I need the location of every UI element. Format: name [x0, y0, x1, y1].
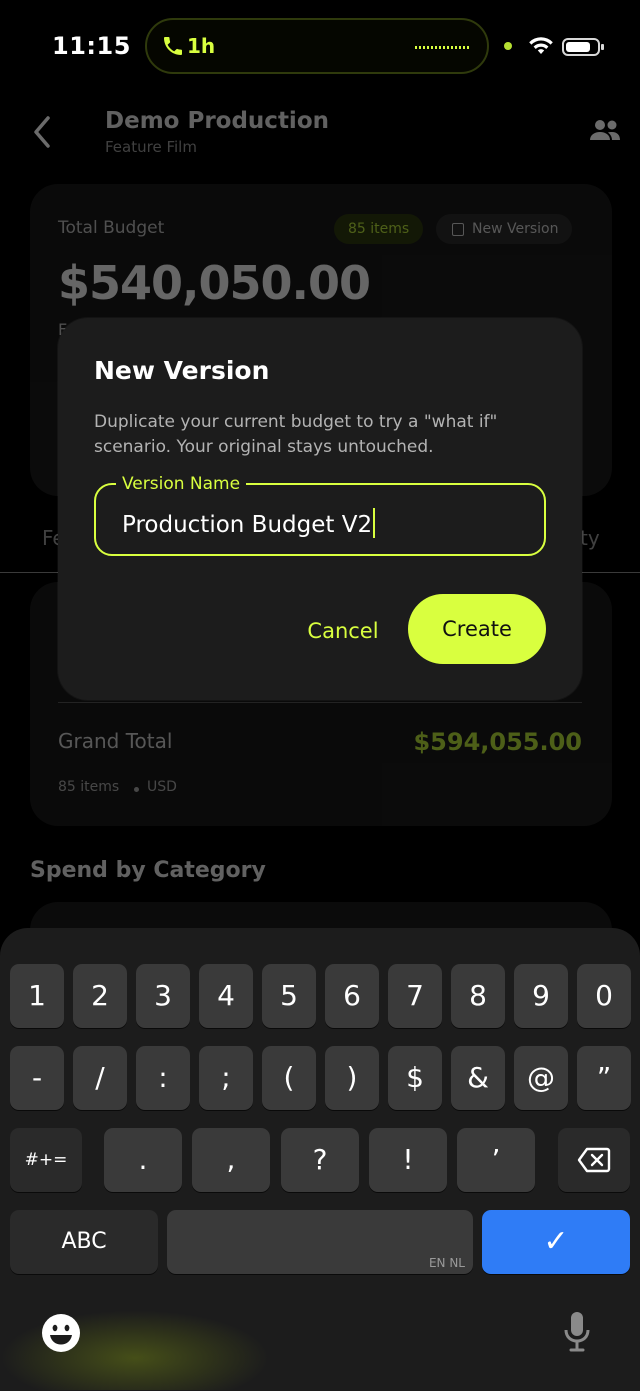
dynamic-island-call[interactable]: 1h: [145, 18, 489, 74]
keyboard-language-hint: EN NL: [428, 1256, 465, 1270]
key-punctuation[interactable]: ?: [281, 1128, 359, 1192]
key-digit[interactable]: 4: [199, 964, 253, 1028]
create-button[interactable]: Create: [408, 594, 546, 664]
key-digit[interactable]: 1: [10, 964, 64, 1028]
items-count-badge: 85 items: [334, 214, 424, 244]
key-digit[interactable]: 2: [73, 964, 127, 1028]
key-digit[interactable]: 0: [577, 964, 631, 1028]
symbols-toggle-key[interactable]: #+=: [10, 1128, 82, 1192]
audio-waveform: [415, 46, 471, 49]
key-punctuation[interactable]: !: [369, 1128, 447, 1192]
dialog-title: New Version: [94, 356, 270, 385]
key-symbol[interactable]: @: [514, 1046, 568, 1110]
wifi-icon: [529, 37, 553, 54]
abc-key[interactable]: ABC: [10, 1210, 158, 1274]
summary-divider: [58, 702, 582, 703]
camera-indicator-dot: [504, 42, 512, 50]
battery-icon: [562, 38, 604, 56]
key-symbol[interactable]: ”: [577, 1046, 631, 1110]
back-chevron-icon[interactable]: [28, 112, 56, 152]
key-symbol[interactable]: :: [136, 1046, 190, 1110]
dialog-description: Duplicate your current budget to try a "…: [94, 412, 498, 457]
project-title: Demo Production: [105, 108, 329, 134]
cancel-button[interactable]: Cancel: [292, 606, 394, 656]
key-symbol[interactable]: ): [325, 1046, 379, 1110]
emoji-icon[interactable]: [40, 1312, 82, 1354]
key-digit[interactable]: 3: [136, 964, 190, 1028]
total-budget-amount: $540,050.00: [58, 256, 371, 310]
tab-right-peek[interactable]: ty: [580, 526, 600, 550]
project-subtitle: Feature Film: [105, 138, 197, 156]
key-symbol[interactable]: /: [73, 1046, 127, 1110]
text-caret: [373, 508, 376, 538]
key-symbol[interactable]: -: [10, 1046, 64, 1110]
call-duration: 1h: [187, 34, 216, 58]
status-time: 11:15: [52, 32, 131, 60]
key-symbol[interactable]: ;: [199, 1046, 253, 1110]
return-done-key[interactable]: ✓: [482, 1210, 630, 1274]
delete-key[interactable]: [558, 1128, 630, 1192]
key-symbol[interactable]: &: [451, 1046, 505, 1110]
backspace-icon: [577, 1147, 611, 1173]
version-name-label: Version Name: [116, 474, 247, 494]
grand-total-value: $594,055.00: [413, 728, 582, 756]
key-digit[interactable]: 6: [325, 964, 379, 1028]
key-digit[interactable]: 7: [388, 964, 442, 1028]
summary-item-count: 85 items: [58, 779, 120, 795]
version-name-value[interactable]: Production Budget V2: [122, 508, 376, 538]
spend-by-category-heading: Spend by Category: [30, 858, 266, 883]
key-symbol[interactable]: $: [388, 1046, 442, 1110]
space-key[interactable]: EN NL: [167, 1210, 473, 1274]
key-digit[interactable]: 5: [262, 964, 316, 1028]
new-version-button[interactable]: New Version: [436, 214, 573, 244]
key-digit[interactable]: 8: [451, 964, 505, 1028]
version-name-text: Production Budget V2: [122, 512, 373, 538]
new-version-label: New Version: [472, 221, 559, 237]
key-punctuation[interactable]: .: [104, 1128, 182, 1192]
team-icon[interactable]: [588, 118, 622, 142]
phone-icon: [164, 37, 182, 55]
total-budget-label: Total Budget: [58, 218, 165, 238]
key-punctuation[interactable]: ,: [192, 1128, 270, 1192]
key-digit[interactable]: 9: [514, 964, 568, 1028]
meta-separator-dot: [134, 787, 139, 792]
key-symbol[interactable]: (: [262, 1046, 316, 1110]
grand-total-label: Grand Total: [58, 729, 173, 753]
summary-currency: USD: [147, 779, 177, 795]
copy-icon: [452, 223, 464, 236]
microphone-icon[interactable]: [562, 1310, 592, 1354]
key-punctuation[interactable]: ’: [457, 1128, 535, 1192]
